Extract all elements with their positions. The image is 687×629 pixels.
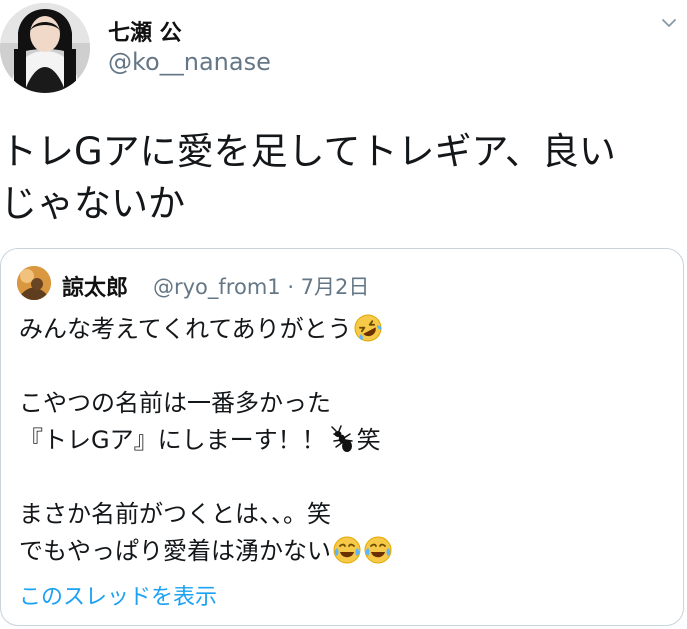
quoted-text-line: [19, 348, 659, 385]
quoted-author-meta[interactable]: @ryo_from1 · 7月2日: [153, 271, 369, 301]
tears-of-joy-icon: [332, 535, 362, 565]
profile-photo-icon: [17, 266, 51, 300]
quoted-text-line: [19, 459, 659, 496]
profile-photo-icon: [0, 3, 90, 93]
tweet-header: 七瀬 公 @ko__nanase: [0, 0, 687, 100]
tears-of-joy-icon: [363, 535, 393, 565]
ant-icon: [327, 424, 357, 454]
tweet-text-line: トレGアに愛を足してトレギア、良い: [0, 130, 616, 173]
author-display-name[interactable]: 七瀬 公: [108, 15, 182, 47]
tweet-text: トレGアに愛を足してトレギア、良い じゃないか: [0, 126, 680, 230]
quoted-text-segment: 笑: [356, 426, 381, 454]
quoted-text-line: でもやっぱり愛着は湧かない: [19, 533, 659, 570]
author-handle[interactable]: @ko__nanase: [108, 48, 271, 76]
quoted-text-line: 『トレGア』にしまーす！！ 笑: [19, 422, 659, 459]
quoted-text-line: みんな考えてくれてありがとう: [19, 311, 659, 348]
author-avatar[interactable]: [0, 3, 90, 93]
quoted-tweet-card[interactable]: 諒太郎 @ryo_from1 · 7月2日 みんな考えてくれてありがとう こやつ…: [0, 248, 684, 626]
quoted-text-segment: でもやっぱり愛着は湧かない: [19, 537, 331, 565]
quoted-text-line: こやつの名前は一番多かった: [19, 389, 331, 417]
rolling-on-floor-laughing-icon: [353, 313, 383, 343]
quoted-text-line: まさか名前がつくとは、、。笑: [19, 500, 331, 528]
quoted-author-avatar[interactable]: [17, 266, 51, 300]
tweet-text-line: じゃないか: [0, 182, 185, 225]
quoted-text-segment: 『トレGア』にしまーす！！: [19, 426, 326, 454]
quoted-author-display-name[interactable]: 諒太郎: [62, 270, 128, 302]
show-thread-link[interactable]: このスレッドを表示: [19, 579, 217, 611]
quoted-text-segment: みんな考えてくれてありがとう: [19, 315, 352, 343]
chevron-down-icon[interactable]: [660, 14, 678, 32]
quoted-tweet-text: みんな考えてくれてありがとう こやつの名前は一番多かった 『トレGア』にしまーす…: [19, 311, 659, 570]
